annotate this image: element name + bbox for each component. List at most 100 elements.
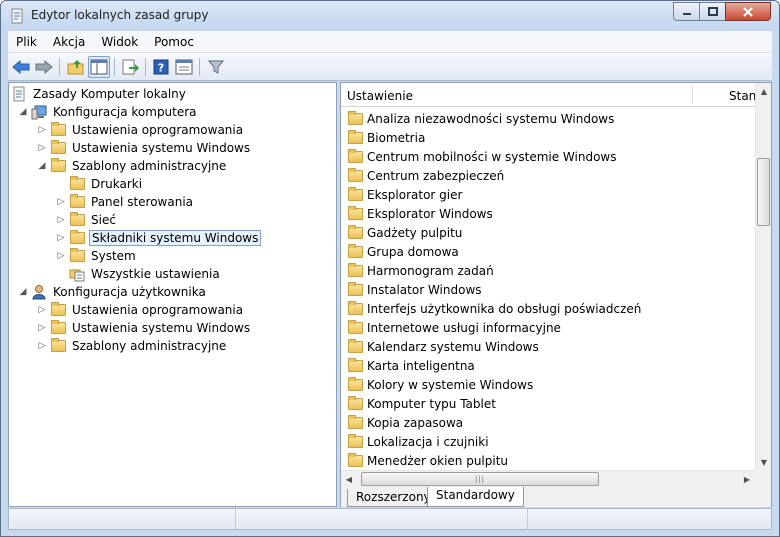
tree-label: Ustawienia systemu Windows bbox=[72, 141, 251, 155]
menu-bar: Plik Akcja Widok Pomoc bbox=[8, 31, 772, 53]
expand-icon[interactable]: ▷ bbox=[55, 193, 67, 211]
tab-standard[interactable]: Standardowy bbox=[427, 487, 524, 507]
column-header-state[interactable]: Stan bbox=[729, 89, 756, 103]
expand-icon[interactable]: ▷ bbox=[36, 319, 48, 337]
tree-item-user-windows[interactable]: ▷ Ustawienia systemu Windows bbox=[36, 319, 252, 337]
tree-item-computer-admin-templates[interactable]: ◢ Szablony administracyjne bbox=[36, 157, 228, 175]
scroll-down-icon[interactable]: ▼ bbox=[756, 454, 772, 470]
vertical-scrollbar[interactable]: ▲ ▼ bbox=[755, 83, 771, 470]
tree-item-printers[interactable]: Drukarki bbox=[55, 175, 144, 193]
list-item[interactable]: Komputer typu Tablet bbox=[345, 394, 496, 413]
title-bar[interactable]: Edytor lokalnych zasad grupy bbox=[1, 1, 779, 31]
export-list-button[interactable] bbox=[119, 56, 141, 78]
maximize-button[interactable] bbox=[699, 2, 726, 21]
tree-label: Konfiguracja komputera bbox=[53, 105, 197, 119]
svg-text:?: ? bbox=[158, 62, 164, 75]
folder-icon bbox=[347, 243, 363, 260]
tree-item-computer-config[interactable]: ◢ Konfiguracja komputera bbox=[17, 103, 199, 121]
collapse-icon[interactable]: ◢ bbox=[36, 157, 48, 175]
export-list-icon bbox=[122, 59, 139, 75]
list-item[interactable]: Gadżety pulpitu bbox=[345, 223, 462, 242]
expand-icon[interactable]: ▷ bbox=[55, 229, 67, 247]
tree-item-root[interactable]: Zasady Komputer lokalny bbox=[11, 85, 188, 103]
list-item-label: Kopia zapasowa bbox=[367, 415, 464, 430]
collapse-icon[interactable]: ◢ bbox=[17, 103, 29, 121]
tree-item-network[interactable]: ▷ Sieć bbox=[55, 211, 118, 229]
list-item[interactable]: Kolory w systemie Windows bbox=[345, 375, 533, 394]
list-item[interactable]: Karta inteligentna bbox=[345, 356, 475, 375]
tree-item-system[interactable]: ▷ System bbox=[55, 247, 138, 265]
vertical-scroll-thumb[interactable] bbox=[757, 158, 770, 226]
expand-icon[interactable]: ▷ bbox=[36, 301, 48, 319]
tree-item-user-config[interactable]: ◢ Konfiguracja użytkownika bbox=[17, 283, 208, 301]
tree-label: Szablony administracyjne bbox=[72, 159, 227, 173]
horizontal-scrollbar[interactable]: ◀ ||| ▶ bbox=[341, 470, 755, 487]
menu-help[interactable]: Pomoc bbox=[146, 32, 202, 52]
minimize-icon bbox=[682, 12, 691, 15]
up-button[interactable] bbox=[65, 56, 87, 78]
list-item[interactable]: Instalator Windows bbox=[345, 280, 482, 299]
tab-extended[interactable]: Rozszerzony bbox=[347, 489, 440, 507]
menu-action[interactable]: Akcja bbox=[45, 32, 93, 52]
list-item[interactable]: Kalendarz systemu Windows bbox=[345, 337, 539, 356]
tree-item-control-panel[interactable]: ▷ Panel sterowania bbox=[55, 193, 195, 211]
list-item[interactable]: Eksplorator gier bbox=[345, 185, 462, 204]
tree-item-user-software[interactable]: ▷ Ustawienia oprogramowania bbox=[36, 301, 245, 319]
folder-icon bbox=[347, 262, 363, 279]
forward-button[interactable] bbox=[33, 56, 55, 78]
folder-icon bbox=[347, 110, 363, 127]
folder-icon bbox=[347, 433, 363, 450]
scroll-right-icon[interactable]: ▶ bbox=[739, 471, 755, 487]
list-item[interactable]: Eksplorator Windows bbox=[345, 204, 493, 223]
tree-item-computer-software[interactable]: ▷ Ustawienia oprogramowania bbox=[36, 121, 245, 139]
expand-icon[interactable]: ▷ bbox=[36, 139, 48, 157]
list-item[interactable]: Kopia zapasowa bbox=[345, 413, 463, 432]
list-item-label: Komputer typu Tablet bbox=[367, 396, 496, 411]
tree-label: Panel sterowania bbox=[91, 195, 193, 209]
list-item[interactable]: Biometria bbox=[345, 128, 425, 147]
filter-button[interactable] bbox=[205, 56, 227, 78]
list-item[interactable]: Analiza niezawodności systemu Windows bbox=[345, 109, 614, 128]
list-item-label: Instalator Windows bbox=[367, 282, 482, 297]
folder-icon bbox=[347, 357, 363, 374]
minimize-button[interactable] bbox=[673, 2, 700, 21]
list-item[interactable]: Menedżer okien pulpitu bbox=[345, 451, 508, 470]
show-hide-tree-button[interactable] bbox=[88, 56, 110, 78]
back-button[interactable] bbox=[10, 56, 32, 78]
list-item[interactable]: Internetowe usługi informacyjne bbox=[345, 318, 561, 337]
list-item-label: Eksplorator Windows bbox=[367, 206, 493, 221]
scroll-up-icon[interactable]: ▲ bbox=[756, 83, 772, 99]
folder-icon bbox=[347, 376, 363, 393]
expand-icon[interactable]: ▷ bbox=[36, 121, 48, 139]
folder-icon bbox=[69, 194, 85, 210]
horizontal-scroll-thumb[interactable]: ||| bbox=[361, 472, 599, 486]
list-item[interactable]: Centrum zabezpieczeń bbox=[345, 166, 504, 185]
expand-icon[interactable]: ▷ bbox=[55, 211, 67, 229]
scroll-left-icon[interactable]: ◀ bbox=[341, 471, 357, 487]
tree-item-user-admin-templates[interactable]: ▷ Szablony administracyjne bbox=[36, 337, 228, 355]
list-item[interactable]: Harmonogram zadań bbox=[345, 261, 494, 280]
list-item[interactable]: Lokalizacja i czujniki bbox=[345, 432, 489, 451]
expand-icon[interactable]: ▷ bbox=[55, 247, 67, 265]
list-item[interactable]: Grupa domowa bbox=[345, 242, 459, 261]
filter-icon bbox=[208, 60, 224, 74]
tree-item-all-settings[interactable]: Wszystkie ustawienia bbox=[55, 265, 222, 283]
folder-icon bbox=[347, 129, 363, 146]
status-divider bbox=[235, 509, 236, 529]
list-item[interactable]: Centrum mobilności w systemie Windows bbox=[345, 147, 617, 166]
expand-icon[interactable]: ▷ bbox=[36, 337, 48, 355]
column-divider[interactable] bbox=[692, 86, 693, 104]
tree-item-computer-windows[interactable]: ▷ Ustawienia systemu Windows bbox=[36, 139, 252, 157]
list-item[interactable]: Interfejs użytkownika do obsługi poświad… bbox=[345, 299, 641, 318]
tree-item-windows-components[interactable]: ▷ Składniki systemu Windows bbox=[55, 229, 262, 247]
menu-file[interactable]: Plik bbox=[8, 32, 45, 52]
properties-button[interactable] bbox=[173, 56, 195, 78]
close-button[interactable] bbox=[725, 2, 771, 21]
list-item-label: Menedżer okien pulpitu bbox=[367, 453, 509, 468]
toolbar-separator bbox=[145, 58, 146, 76]
help-button[interactable]: ? bbox=[150, 56, 172, 78]
folder-icon bbox=[69, 248, 85, 264]
menu-view[interactable]: Widok bbox=[93, 32, 146, 52]
column-header-setting[interactable]: Ustawienie bbox=[347, 89, 413, 103]
collapse-icon[interactable]: ◢ bbox=[17, 283, 29, 301]
